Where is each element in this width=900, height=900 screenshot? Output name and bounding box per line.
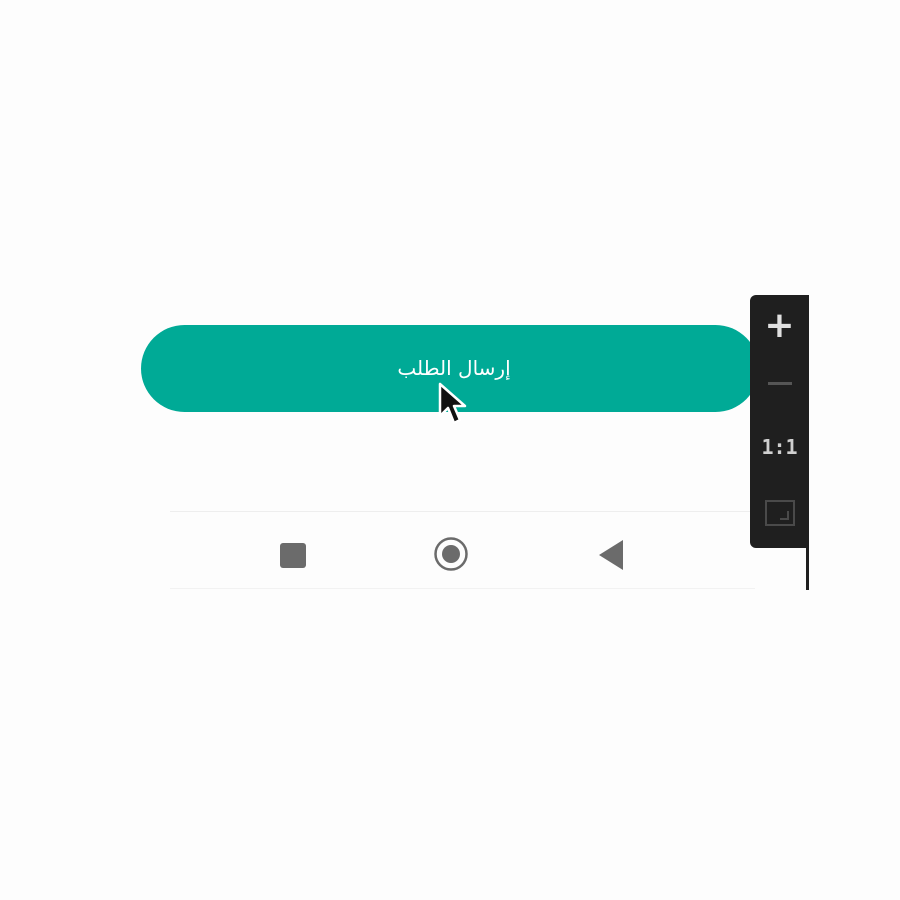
- home-circle-icon[interactable]: [433, 536, 469, 572]
- emulator-screen: إرسال الطلب + 1:1: [0, 0, 900, 900]
- nav-divider: [170, 511, 755, 512]
- zoom-control-panel: + 1:1: [750, 295, 809, 548]
- fit-screen-button[interactable]: [750, 483, 809, 543]
- nav-bottom-edge: [170, 588, 755, 589]
- zoom-reset-button[interactable]: 1:1: [750, 417, 809, 477]
- zoom-in-button[interactable]: +: [750, 295, 809, 355]
- minus-icon: [767, 381, 792, 385]
- fit-screen-icon: [764, 500, 795, 526]
- submit-request-label: إرسال الطلب: [397, 355, 511, 380]
- arrow-cursor-icon: [438, 382, 467, 425]
- zoom-panel-edge: [806, 548, 809, 590]
- back-triangle-icon[interactable]: [598, 539, 624, 571]
- recents-square-icon[interactable]: [280, 543, 306, 568]
- zoom-out-button[interactable]: [750, 353, 809, 413]
